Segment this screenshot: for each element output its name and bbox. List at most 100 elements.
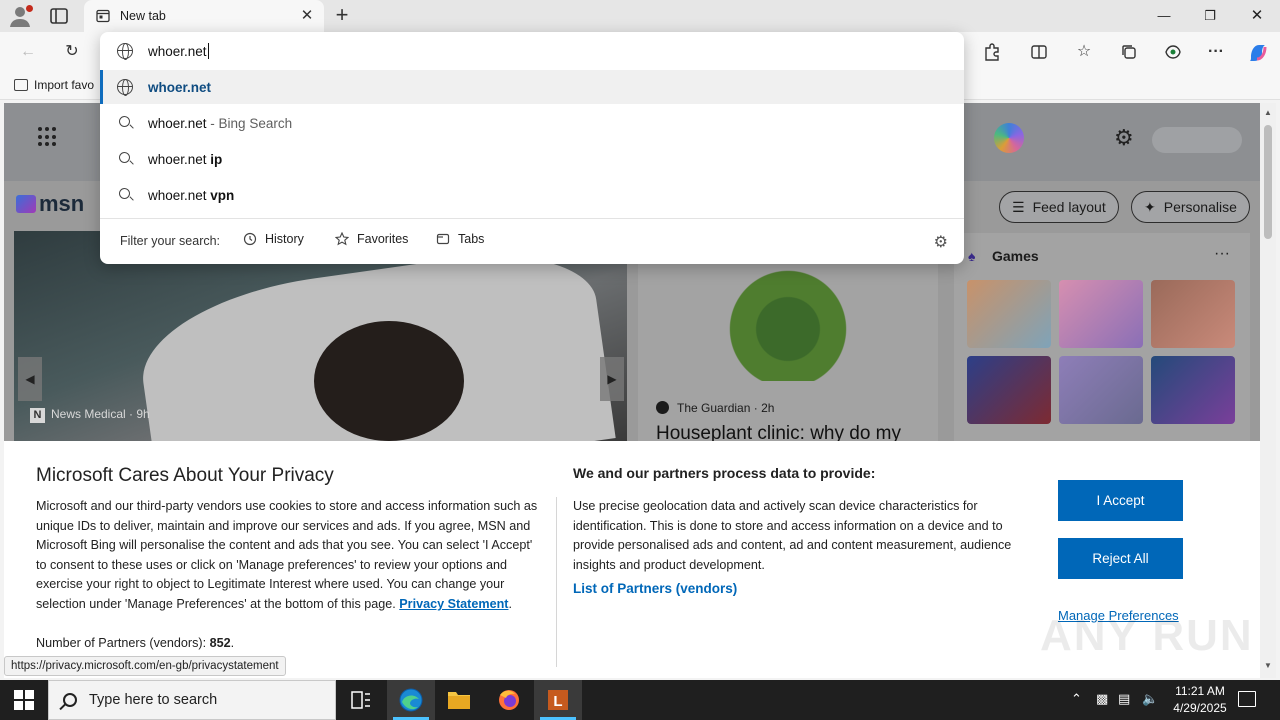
partners-count-line: Number of Partners (vendors): 852.	[36, 636, 235, 650]
search-icon	[63, 693, 77, 707]
browser-essentials-icon[interactable]	[1160, 40, 1186, 64]
suggestion-search[interactable]: whoer.net ip	[100, 142, 964, 176]
game-tile[interactable]	[1151, 356, 1235, 424]
minimize-icon[interactable]: —	[1141, 0, 1187, 32]
tab-title: New tab	[120, 9, 166, 23]
games-widget: ♠ Games ···	[954, 233, 1250, 443]
network-icon[interactable]: ▤	[1118, 691, 1130, 707]
suggestion-text: whoer.net ip	[148, 152, 223, 167]
suggestion-url[interactable]: whoer.net	[100, 70, 964, 104]
apps-launcher-icon[interactable]	[38, 127, 58, 147]
globe-icon	[117, 43, 133, 60]
globe-icon	[117, 79, 133, 96]
copilot-icon[interactable]	[1245, 40, 1271, 64]
app-l-icon[interactable]: L	[534, 680, 582, 720]
game-tile[interactable]	[1151, 280, 1235, 348]
notifications-icon[interactable]	[1238, 691, 1256, 707]
volume-icon[interactable]: 🔈	[1142, 691, 1158, 707]
system-clock[interactable]: 11:21 AM 4/29/2025	[1170, 683, 1230, 717]
search-settings-gear-icon[interactable]: ⚙	[934, 232, 948, 252]
tabs-icon	[436, 233, 450, 245]
suggestion-text: whoer.net	[148, 80, 212, 95]
personalise-button[interactable]: ✦ Personalise	[1131, 191, 1250, 223]
suggestion-search[interactable]: whoer.net vpn	[100, 178, 964, 212]
history-icon	[243, 232, 257, 246]
game-tile[interactable]	[967, 356, 1051, 424]
scrollbar-thumb[interactable]	[1264, 125, 1272, 239]
game-tile[interactable]	[1059, 356, 1143, 424]
favorites-star-icon[interactable]: ☆	[1071, 40, 1097, 64]
page-scrollbar[interactable]: ▲ ▼	[1260, 103, 1276, 678]
refresh-icon[interactable]: ↻	[59, 40, 85, 64]
show-hidden-icons-icon[interactable]: ⌃	[1071, 691, 1082, 707]
feed-layout-button[interactable]: ☰ Feed layout	[999, 191, 1119, 223]
list-of-partners-link[interactable]: List of Partners (vendors)	[573, 581, 737, 596]
game-tile[interactable]	[1059, 280, 1143, 348]
sign-in-button[interactable]	[1152, 127, 1242, 153]
taskbar-search-box[interactable]: Type here to search	[48, 680, 336, 720]
sparkle-icon: ✦	[1144, 199, 1156, 215]
collections-icon[interactable]	[1116, 40, 1142, 64]
close-window-icon[interactable]: ✕	[1234, 0, 1280, 32]
page-settings-icon[interactable]: ⚙	[1114, 125, 1134, 151]
privacy-statement-link[interactable]: Privacy Statement	[399, 597, 508, 611]
filter-history[interactable]: History	[243, 232, 304, 246]
new-tab-button[interactable]: +	[330, 4, 354, 28]
import-favorites-button[interactable]: Import favo	[14, 78, 94, 92]
import-favorites-label: Import favo	[34, 78, 95, 92]
hero-source-name: News Medical	[51, 407, 126, 421]
accept-button[interactable]: I Accept	[1058, 480, 1183, 521]
taskbar-search-placeholder: Type here to search	[89, 692, 218, 708]
clock-time: 11:21 AM	[1175, 684, 1225, 698]
scroll-down-icon[interactable]: ▼	[1260, 658, 1276, 674]
filter-tabs[interactable]: Tabs	[436, 232, 484, 246]
edge-taskbar-icon[interactable]	[387, 680, 435, 720]
taskbar: Type here to search L ⌃ ▩ ▤ 🔈 11:21 AM 4…	[0, 680, 1280, 720]
games-more-icon[interactable]: ···	[1214, 245, 1230, 263]
file-explorer-icon[interactable]	[435, 680, 483, 720]
windows-start-icon[interactable]	[14, 690, 34, 710]
split-screen-icon[interactable]	[1026, 40, 1052, 64]
partners-label: Number of Partners (vendors):	[36, 636, 210, 650]
game-tile[interactable]	[967, 280, 1051, 348]
news-medical-icon: N	[30, 408, 45, 423]
hero-time: · 9h	[129, 407, 150, 421]
profile-icon[interactable]	[8, 4, 36, 28]
firefox-icon[interactable]	[485, 680, 533, 720]
status-bar-url: https://privacy.microsoft.com/en-gb/priv…	[4, 656, 286, 676]
search-icon	[119, 116, 130, 127]
sliders-icon: ☰	[1012, 199, 1025, 215]
privacy-divider	[556, 497, 557, 667]
star-icon	[335, 232, 349, 246]
address-input[interactable]: whoer.net	[148, 43, 209, 59]
task-view-icon[interactable]	[336, 680, 384, 720]
device-icon[interactable]: ▩	[1096, 691, 1108, 707]
restore-icon[interactable]: ❐	[1187, 0, 1233, 32]
new-tab-page-icon	[96, 9, 110, 23]
search-filter-row: Filter your search: History Favorites Ta…	[100, 219, 964, 264]
card2-source: The Guardian · 2h	[656, 401, 774, 415]
suggestion-search[interactable]: whoer.net - Bing Search	[100, 106, 964, 140]
tab-actions-icon[interactable]	[48, 6, 72, 26]
msn-logo[interactable]: msn	[16, 191, 84, 217]
privacy-body: Microsoft and our third-party vendors us…	[36, 499, 538, 611]
more-options-icon[interactable]: ···	[1203, 40, 1229, 64]
privacy-right-title: We and our partners process data to prov…	[573, 465, 876, 481]
carousel-prev-icon[interactable]: ◀	[18, 357, 42, 401]
tab-new-tab[interactable]: New tab ✕	[84, 0, 324, 32]
carousel-next-icon[interactable]: ▶	[600, 357, 624, 401]
feed-layout-label: Feed layout	[1032, 199, 1106, 215]
card2-time: · 2h	[753, 401, 775, 415]
privacy-consent-banner: Microsoft Cares About Your Privacy Micro…	[4, 441, 1260, 678]
close-tab-icon[interactable]: ✕	[298, 7, 316, 25]
reject-all-button[interactable]: Reject All	[1058, 538, 1183, 579]
scroll-up-icon[interactable]: ▲	[1260, 105, 1276, 121]
anyrun-watermark: ANY RUN	[1040, 611, 1254, 660]
filter-favorites[interactable]: Favorites	[335, 232, 408, 246]
personalise-label: Personalise	[1163, 199, 1237, 215]
address-bar[interactable]: whoer.net	[100, 32, 964, 70]
filter-label: Filter your search:	[120, 234, 221, 248]
extensions-icon[interactable]	[979, 40, 1005, 64]
back-icon[interactable]: ←	[15, 40, 41, 64]
copilot-orb-icon[interactable]	[994, 123, 1024, 153]
